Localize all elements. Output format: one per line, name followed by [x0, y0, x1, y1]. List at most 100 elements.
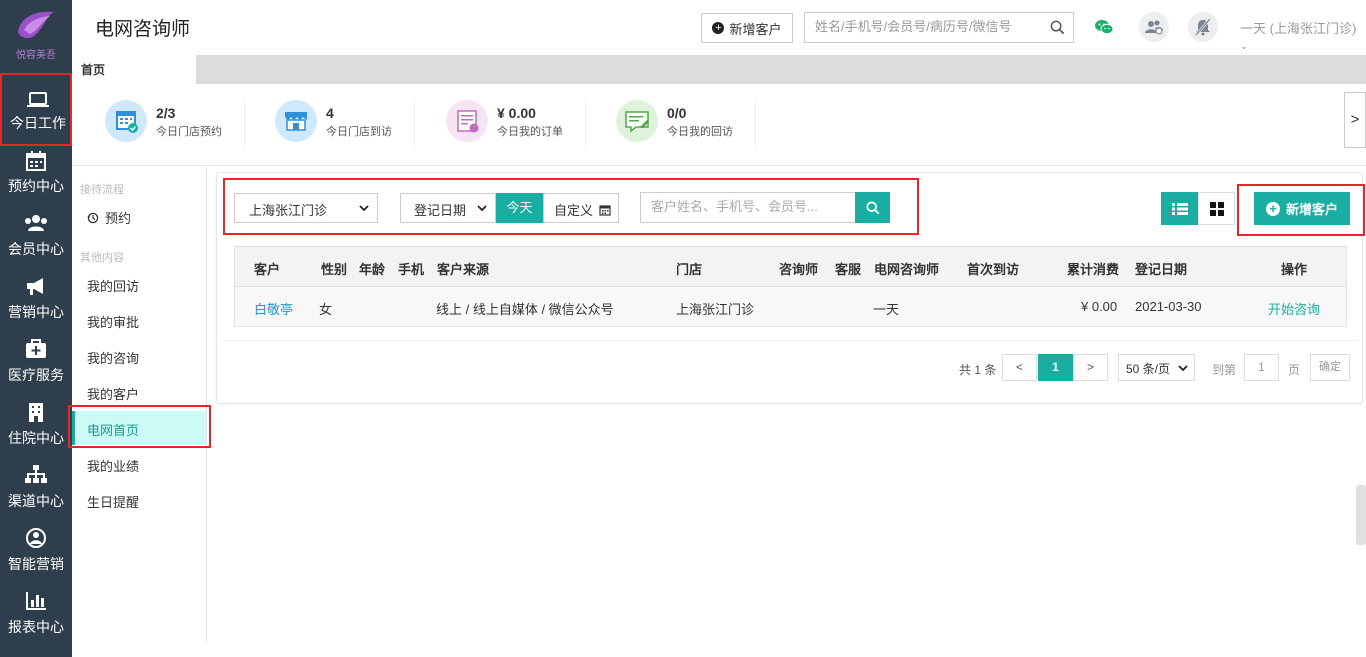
sidebar-item-channels[interactable]: 渠道中心	[0, 461, 72, 523]
stat-bubble	[616, 100, 658, 142]
sidebar-item-label: 会员中心	[8, 241, 64, 257]
add-customer-button[interactable]: + 新增客户	[701, 13, 793, 43]
sidebar-item-label: 预约中心	[8, 178, 64, 194]
subnav-item-my-followups[interactable]: 我的回访	[72, 267, 206, 301]
column-header: 门店	[676, 262, 703, 277]
notifications-button[interactable]	[1188, 12, 1218, 42]
nav-group-title: 其他内容	[80, 252, 124, 264]
chevron-down-icon: ⌄	[1240, 41, 1249, 52]
subnav-item-my-customers[interactable]: 我的客户	[72, 375, 206, 409]
sidebar-item-reports[interactable]: 报表中心	[0, 587, 72, 649]
pagination-goto-input[interactable]: 1	[1244, 354, 1279, 381]
sidebar-item-today-work[interactable]: 今日工作	[0, 73, 72, 146]
pagination-confirm-button[interactable]: 确定	[1310, 354, 1350, 381]
sidebar-item-label: 智能营销	[8, 556, 64, 572]
column-header: 手机	[398, 262, 425, 277]
history-icon	[87, 212, 99, 224]
building-icon	[29, 403, 43, 422]
stat-value: 2/3	[156, 105, 176, 121]
sitemap-icon	[25, 465, 47, 483]
subnav-item-my-approvals[interactable]: 我的审批	[72, 303, 206, 337]
table-cell: 线上 / 线上自媒体 / 微信公众号	[436, 302, 614, 317]
brand-logo[interactable]: 悦容美吾	[0, 0, 72, 66]
search-icon	[865, 200, 879, 214]
stat-caption: 今日我的订单	[497, 126, 563, 138]
user-menu[interactable]: 一天 (上海张江门诊) ⌄	[1240, 18, 1366, 52]
wechat-button[interactable]	[1089, 12, 1119, 42]
plus-circle-icon: +	[712, 22, 725, 34]
list-icon	[1171, 202, 1188, 215]
custom-date-label: 自定义	[554, 203, 594, 218]
list-view-button[interactable]	[1161, 192, 1198, 225]
sidebar-item-members[interactable]: 会员中心	[0, 209, 72, 271]
stat-bubble	[275, 100, 317, 142]
start-consultation-link[interactable]: 开始咨询	[1268, 299, 1320, 318]
divider	[221, 340, 1358, 341]
tab-home[interactable]: 首页	[72, 55, 196, 84]
table-cell: 2021-03-30	[1135, 299, 1202, 314]
store-select-value: 上海张江门诊	[249, 203, 328, 218]
sidebar-item-medical[interactable]: 医疗服务	[0, 335, 72, 397]
customer-search-input[interactable]	[651, 199, 847, 214]
store-select[interactable]: 上海张江门诊	[234, 193, 378, 223]
highlight-box	[68, 405, 211, 448]
sidebar-item-label: 医疗服务	[8, 367, 64, 383]
stat-orders[interactable]: ¥ 0.00 今日我的订单	[416, 98, 586, 150]
date-type-select[interactable]: 登记日期	[400, 193, 496, 223]
subnav-item-birthday-reminder[interactable]: 生日提醒	[72, 483, 206, 517]
megaphone-icon	[27, 278, 43, 295]
table-row[interactable]: 白敬亭 女 线上 / 线上自媒体 / 微信公众号 上海张江门诊 一天 ¥ 0.0…	[235, 287, 1346, 326]
chevron-down-icon	[477, 205, 487, 212]
stat-appointments[interactable]: 2/3 今日门店预约	[75, 98, 245, 150]
stats-next-button[interactable]: >	[1344, 92, 1366, 148]
stat-caption: 今日门店预约	[156, 126, 222, 138]
stat-value: 4	[326, 105, 334, 121]
team-button[interactable]	[1139, 12, 1169, 42]
plus-circle-icon: +	[1265, 201, 1280, 216]
stat-visits[interactable]: 4 今日门店到访	[245, 98, 415, 150]
page-title: 电网咨询师	[95, 19, 191, 40]
pagination-prev[interactable]: <	[1002, 354, 1037, 381]
add-customer-label: 新增客户	[1285, 202, 1338, 217]
pagination-goto-label: 到第	[1212, 363, 1237, 377]
pagination-next[interactable]: >	[1073, 354, 1108, 381]
subnav-item-my-consultations[interactable]: 我的咨询	[72, 339, 206, 373]
page-size-select[interactable]: 50 条/页	[1118, 354, 1195, 381]
column-header: 电网咨询师	[874, 262, 940, 277]
column-header: 客户来源	[437, 262, 490, 277]
pagination-total: 共 1 条	[959, 363, 997, 377]
today-button[interactable]: 今天	[496, 193, 543, 223]
subnav-item-my-performance[interactable]: 我的业绩	[72, 447, 206, 481]
calendar-icon	[599, 205, 611, 216]
stat-caption: 今日我的回访	[667, 126, 733, 138]
sidebar-item-label: 报表中心	[8, 619, 64, 635]
search-icon[interactable]	[1050, 20, 1065, 35]
global-search-input[interactable]	[815, 19, 1040, 34]
chevron-down-icon	[359, 205, 369, 212]
sidebar-item-marketing[interactable]: 营销中心	[0, 272, 72, 334]
top-header: 电网咨询师 + 新增客户 一天 (上海	[72, 0, 1366, 55]
subnav-item-reception[interactable]: 预约	[72, 199, 206, 233]
sidebar-item-appointments[interactable]: 预约中心	[0, 146, 72, 208]
laptop-icon	[27, 92, 49, 107]
stat-value: ¥ 0.00	[497, 105, 536, 121]
customer-search-button[interactable]	[855, 192, 890, 223]
pagination-page-current[interactable]: 1	[1038, 354, 1073, 381]
calendar-icon	[26, 151, 46, 171]
wechat-icon	[1095, 20, 1114, 35]
calendar-check-icon	[116, 111, 138, 133]
message-edit-icon	[625, 111, 649, 133]
scrollbar-handle[interactable]	[1356, 485, 1366, 545]
stat-followups[interactable]: 0/0 今日我的回访	[586, 98, 756, 150]
sidebar-item-inpatient[interactable]: 住院中心	[0, 398, 72, 460]
storefront-icon	[285, 112, 307, 131]
custom-date-button[interactable]: 自定义	[543, 193, 619, 223]
sidebar-item-smart-marketing[interactable]: 智能营销	[0, 524, 72, 586]
table-cell: 女	[319, 302, 333, 317]
add-customer-button[interactable]: + 新增客户	[1254, 192, 1350, 225]
customer-name-link[interactable]: 白敬亭	[254, 299, 293, 318]
grid-view-button[interactable]	[1198, 192, 1235, 225]
bell-off-icon	[1195, 18, 1211, 36]
column-header: 累计消费	[1067, 262, 1120, 277]
customer-search	[640, 192, 856, 223]
